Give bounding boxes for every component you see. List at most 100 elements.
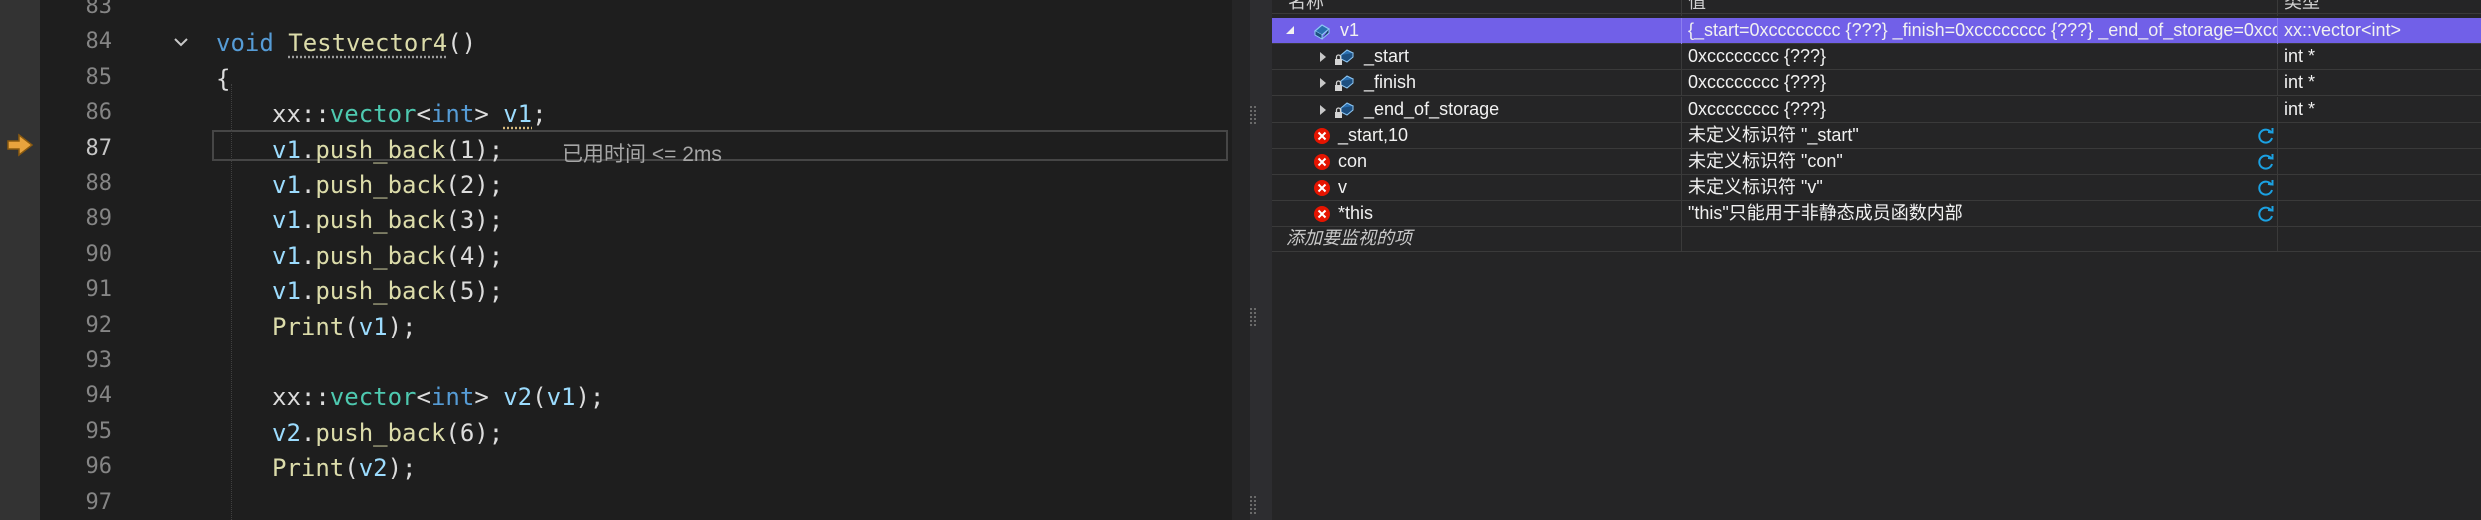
private-field-icon (1335, 49, 1354, 66)
expand-closed-triangle-icon[interactable] (1320, 52, 1326, 63)
watch-row[interactable]: *this "this"只能用于非静态成员函数内部 (1272, 201, 2481, 228)
code-token: xx:: (272, 100, 330, 129)
column-header-value[interactable]: 值 (1682, 0, 2278, 16)
watch-value-cell[interactable]: 未定义标识符 "v" (1682, 175, 2278, 202)
watch-row[interactable]: _start 0xcccccccc {???} int * (1272, 44, 2481, 71)
code-text[interactable]: v1.push_back(4); (272, 242, 503, 270)
code-text[interactable]: v1.push_back(2); (272, 171, 503, 199)
watch-type-cell[interactable]: xx::vector<int> (2278, 18, 2481, 44)
code-text[interactable]: v2.push_back(6); (272, 419, 503, 447)
watch-value-cell[interactable]: {_start=0xcccccccc {???} _finish=0xccccc… (1682, 18, 2278, 44)
watch-name-cell[interactable]: con (1272, 149, 1682, 175)
watch-expression: _end_of_storage (1364, 98, 1500, 119)
watch-name-cell[interactable]: _finish (1272, 70, 1682, 97)
add-watch-row[interactable]: 添加要监视的项 (1272, 226, 2481, 252)
watch-value-cell[interactable]: "this"只能用于非静态成员函数内部 (1682, 201, 2278, 228)
watch-value-cell[interactable]: 未定义标识符 "con" (1682, 149, 2278, 175)
perf-tip-elapsed[interactable]: 已用时间 <= 2ms (562, 138, 722, 168)
column-header-type[interactable]: 类型 (2278, 0, 2481, 16)
expand-closed-triangle-icon[interactable] (1320, 104, 1326, 115)
code-line[interactable]: 95 v2.push_back(6); (40, 417, 1240, 452)
code-line[interactable]: 90 v1.push_back(4); (40, 240, 1240, 275)
watch-type-cell[interactable] (2278, 201, 2481, 227)
watch-expression: v1 (1340, 20, 1360, 40)
code-line[interactable]: 96 Print(v2); (40, 452, 1240, 487)
add-watch-placeholder[interactable]: 添加要监视的项 (1272, 226, 1682, 252)
column-header-name[interactable]: 名称 (1272, 0, 1682, 16)
code-token: (4); (445, 241, 504, 270)
code-text[interactable]: Print(v1); (272, 313, 417, 341)
code-line[interactable]: 86 xx::vector<int> v1; (40, 98, 1240, 133)
code-text[interactable]: v1.push_back(1); (272, 136, 503, 164)
code-text[interactable]: { (216, 65, 230, 93)
code-line[interactable]: 92 Print(v1); (40, 311, 1240, 346)
code-line[interactable]: 93 (40, 346, 1240, 381)
code-token: { (216, 64, 231, 93)
code-line[interactable]: 91 v1.push_back(5); (40, 275, 1240, 310)
code-token: ( (344, 454, 359, 483)
code-text[interactable]: xx::vector<int> v1; (272, 100, 547, 128)
code-token: . (300, 418, 316, 447)
code-token: vector (329, 383, 417, 412)
code-line[interactable]: 88 v1.push_back(2); (40, 169, 1240, 204)
watch-name-cell[interactable]: v1 (1272, 18, 1682, 44)
watch-row[interactable]: con 未定义标识符 "con" (1272, 149, 2481, 175)
code-line[interactable]: 94 xx::vector<int> v2(v1); (40, 381, 1240, 416)
code-line[interactable]: 84 void Testvector4() (40, 27, 1240, 62)
code-editor[interactable]: 83 84 void Testvector4() 85{86 xx::vector<in… (0, 0, 1250, 520)
code-token: vector (329, 100, 417, 129)
watch-name-cell[interactable]: _end_of_storage (1272, 96, 1682, 123)
watch-row[interactable]: v 未定义标识符 "v" (1272, 175, 2481, 202)
pane-splitter[interactable] (1232, 0, 1272, 520)
line-number: 83 (85, 0, 113, 19)
watch-type-cell[interactable] (2278, 123, 2481, 149)
watch-value-cell[interactable]: 未定义标识符 "_start" (1682, 122, 2278, 149)
code-text[interactable]: Print(v2); (272, 454, 417, 482)
code-line[interactable]: 97 (40, 488, 1240, 520)
splitter-grip[interactable] (1250, 106, 1256, 124)
watch-value-cell[interactable]: 0xcccccccc {???} (1682, 44, 2278, 71)
refresh-icon[interactable] (2256, 204, 2276, 224)
watch-row[interactable]: _finish 0xcccccccc {???} int * (1272, 70, 2481, 97)
code-token: . (300, 241, 316, 270)
line-number: 86 (85, 100, 113, 126)
refresh-icon[interactable] (2256, 126, 2276, 146)
watch-value-cell[interactable]: 0xcccccccc {???} (1682, 70, 2278, 97)
watch-value: "this"只能用于非静态成员函数内部 (1688, 203, 1963, 224)
code-line[interactable]: 83 (40, 0, 1240, 27)
watch-type-cell[interactable] (2278, 175, 2481, 201)
expand-closed-triangle-icon[interactable] (1320, 78, 1326, 89)
code-line[interactable]: 87 v1.push_back(1); 已用时间 <= 2ms (40, 134, 1240, 169)
watch-name-cell[interactable]: *this (1272, 201, 1682, 228)
refresh-icon[interactable] (2256, 178, 2276, 198)
watch-row[interactable]: v1 {_start=0xcccccccc {???} _finish=0xccc… (1272, 18, 2481, 44)
code-text[interactable]: void Testvector4() (216, 29, 476, 57)
watch-type-cell[interactable]: int * (2278, 44, 2481, 70)
code-line[interactable]: 89 v1.push_back(3); (40, 204, 1240, 239)
code-token: ( (532, 383, 547, 412)
code-text[interactable]: v1.push_back(3); (272, 206, 503, 234)
watch-value-cell[interactable]: 0xcccccccc {???} (1682, 96, 2278, 123)
code-line[interactable]: 85 { (40, 63, 1240, 98)
watch-type-cell[interactable]: int * (2278, 97, 2481, 123)
line-number: 94 (85, 383, 113, 409)
watch-name-cell[interactable]: v (1272, 175, 1682, 202)
watch-value: 0xcccccccc {???} (1688, 46, 1827, 67)
watch-name-cell[interactable]: _start,10 (1272, 122, 1682, 149)
watch-row[interactable]: _start,10 未定义标识符 "_start" (1272, 122, 2481, 149)
code-token: > (474, 100, 504, 129)
splitter-grip[interactable] (1250, 496, 1256, 514)
code-text[interactable]: xx::vector<int> v2(v1); (272, 383, 604, 411)
watch-value: {_start=0xcccccccc {???} _finish=0xccccc… (1688, 20, 2278, 40)
expand-open-triangle-icon[interactable] (1286, 26, 1294, 34)
watch-type-cell[interactable] (2278, 149, 2481, 175)
splitter-grip[interactable] (1250, 308, 1256, 326)
watch-type-cell[interactable]: int * (2278, 70, 2481, 96)
glyph-margin[interactable] (0, 0, 40, 520)
fold-chevron-down-icon[interactable] (172, 33, 190, 51)
code-text[interactable]: v1.push_back(5); (272, 277, 503, 305)
watch-row[interactable]: _end_of_storage 0xcccccccc {???} int * (1272, 96, 2481, 123)
watch-name-cell[interactable]: _start (1272, 44, 1682, 71)
editor-scrollbar[interactable] (1232, 0, 1250, 520)
refresh-icon[interactable] (2256, 152, 2276, 172)
